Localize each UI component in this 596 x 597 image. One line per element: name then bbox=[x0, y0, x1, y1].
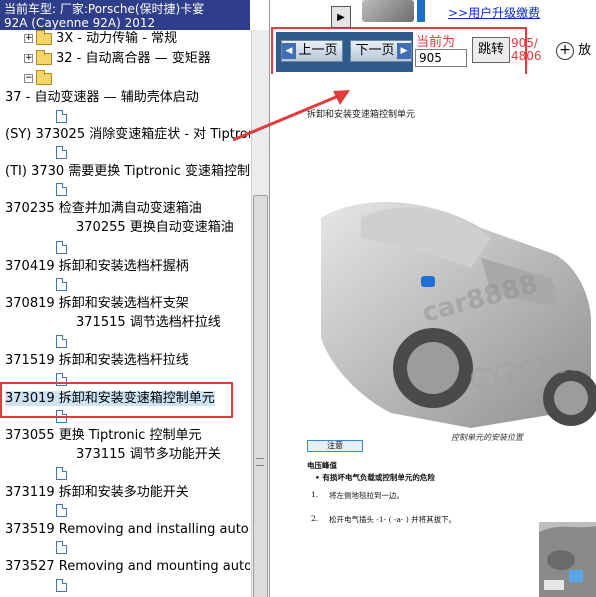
tree-item-selected[interactable]: 373019 拆卸和安装变速箱控制单元 bbox=[5, 390, 215, 408]
left-arrow-icon: ◀ bbox=[282, 43, 296, 59]
document-icon bbox=[56, 410, 67, 423]
tree-folder-node[interactable]: +3X - 动力传输 - 常规 bbox=[24, 30, 177, 48]
expand-icon[interactable]: + bbox=[24, 34, 33, 43]
tree-item[interactable]: 370255 更换自动变速箱油 bbox=[76, 219, 234, 237]
chapter-tree: +3X - 动力传输 - 常规 +32 - 自动离合器 — 变矩器 − 37 -… bbox=[0, 30, 250, 597]
tree-folder-node[interactable]: +32 - 自动离合器 — 变矩器 bbox=[24, 49, 211, 68]
zoom-in-icon: + bbox=[556, 41, 574, 60]
tree-item[interactable]: 371515 调节选档杆拉线 bbox=[76, 314, 221, 332]
document-icon bbox=[56, 373, 67, 386]
next-page-button[interactable]: 下一页 ▶ bbox=[350, 40, 412, 62]
upgrade-fee-link[interactable]: >>用户升级缴费 bbox=[448, 4, 540, 21]
document-icon bbox=[56, 467, 67, 480]
folder-icon bbox=[36, 49, 52, 65]
section-heading: 电压峰值 bbox=[307, 461, 337, 470]
tree-item[interactable]: (SY) 373025 消除变速箱症状 - 对 Tiptronic bbox=[5, 126, 250, 144]
connector-illustration-image bbox=[539, 522, 596, 597]
document-icon bbox=[56, 278, 67, 291]
document-viewer[interactable]: 拆卸和安装变速箱控制单元 car8888 CY20165 控制单元的安装位置 注… bbox=[271, 74, 596, 597]
current-page-label: 当前为 bbox=[416, 35, 456, 50]
tree-item[interactable]: 370419 拆卸和安装选档杆握柄 bbox=[5, 258, 189, 276]
folder-open-icon bbox=[36, 69, 52, 85]
tree-item[interactable]: (TI) 3730 需要更换 Tiptronic 变速箱控制单元 bbox=[5, 163, 250, 181]
tree-item[interactable]: 370235 检查并加满自动变速箱油 bbox=[5, 200, 202, 218]
document-icon bbox=[56, 541, 67, 554]
vehicle-info-bar: 当前车型: 厂家:Porsche(保时捷)卡宴 92A (Cayenne 92A… bbox=[0, 0, 250, 30]
tree-item[interactable]: 37 - 自动变速器 — 辅助壳体启动 bbox=[5, 89, 199, 107]
page-number-input[interactable] bbox=[415, 49, 467, 67]
vehicle-line-2: 92A (Cayenne 92A) 2012 bbox=[4, 16, 156, 30]
document-icon bbox=[56, 110, 67, 123]
jump-button[interactable]: 跳转 bbox=[472, 37, 510, 63]
step-text: 将左侧地毯拉到一边。 bbox=[329, 491, 404, 500]
zoom-in-button[interactable]: + 放 bbox=[556, 40, 596, 62]
warning-bullet: • 有损坏电气负载或控制单元的危险 bbox=[315, 473, 435, 482]
document-icon bbox=[56, 579, 67, 592]
top-banner: >>用户升级缴费 bbox=[360, 0, 596, 22]
panel-toggle-button[interactable]: ▶ bbox=[331, 6, 351, 28]
tree-item[interactable]: 370819 拆卸和安装选档杆支架 bbox=[5, 295, 189, 313]
vehicle-line-1: 当前车型: 厂家:Porsche(保时捷)卡宴 bbox=[4, 2, 205, 16]
car-logo-image bbox=[362, 0, 414, 22]
document-title: 拆卸和安装变速箱控制单元 bbox=[307, 110, 416, 120]
step-text: 松开电气插头 -1- ( -a- ) 并将其拔下。 bbox=[329, 515, 457, 524]
collapse-icon[interactable]: − bbox=[24, 74, 33, 83]
prev-page-button[interactable]: ◀ 上一页 bbox=[281, 40, 343, 62]
tree-scrollbar[interactable] bbox=[251, 30, 269, 597]
note-label: 注意 bbox=[307, 440, 363, 452]
banner-strip bbox=[417, 0, 425, 22]
tree-item[interactable]: 373527 Removing and mounting automatic bbox=[5, 558, 250, 576]
document-icon bbox=[56, 335, 67, 348]
right-arrow-icon: ▶ bbox=[397, 43, 411, 59]
left-tree-panel: 当前车型: 厂家:Porsche(保时捷)卡宴 92A (Cayenne 92A… bbox=[0, 0, 270, 597]
document-icon bbox=[56, 241, 67, 254]
figure-caption: 控制单元的安装位置 bbox=[451, 433, 523, 442]
document-icon bbox=[56, 146, 67, 159]
play-arrow-icon: ▶ bbox=[337, 11, 345, 23]
page-count: 905/ 4806 bbox=[511, 36, 542, 63]
expand-icon[interactable]: + bbox=[24, 54, 33, 63]
document-icon bbox=[56, 504, 67, 517]
tree-item[interactable]: 373115 调节多功能开关 bbox=[76, 446, 221, 464]
tree-item[interactable]: 373119 拆卸和安装多功能开关 bbox=[5, 484, 189, 502]
tree-item[interactable]: 373519 Removing and installing automatic bbox=[5, 521, 250, 539]
document-icon bbox=[56, 183, 67, 196]
folder-icon bbox=[36, 30, 52, 45]
scrollbar-thumb[interactable] bbox=[253, 195, 268, 597]
tree-folder-node[interactable]: − bbox=[24, 69, 56, 88]
step-number: 2. bbox=[311, 514, 319, 523]
step-number: 1. bbox=[311, 490, 319, 499]
tree-item[interactable]: 373055 更换 Tiptronic 控制单元 bbox=[5, 427, 202, 445]
tree-item[interactable]: 371519 拆卸和安装选档杆拉线 bbox=[5, 352, 189, 370]
nav-button-group: ◀ 上一页 下一页 ▶ bbox=[276, 32, 413, 72]
scrollbar-grip-icon bbox=[256, 458, 264, 466]
